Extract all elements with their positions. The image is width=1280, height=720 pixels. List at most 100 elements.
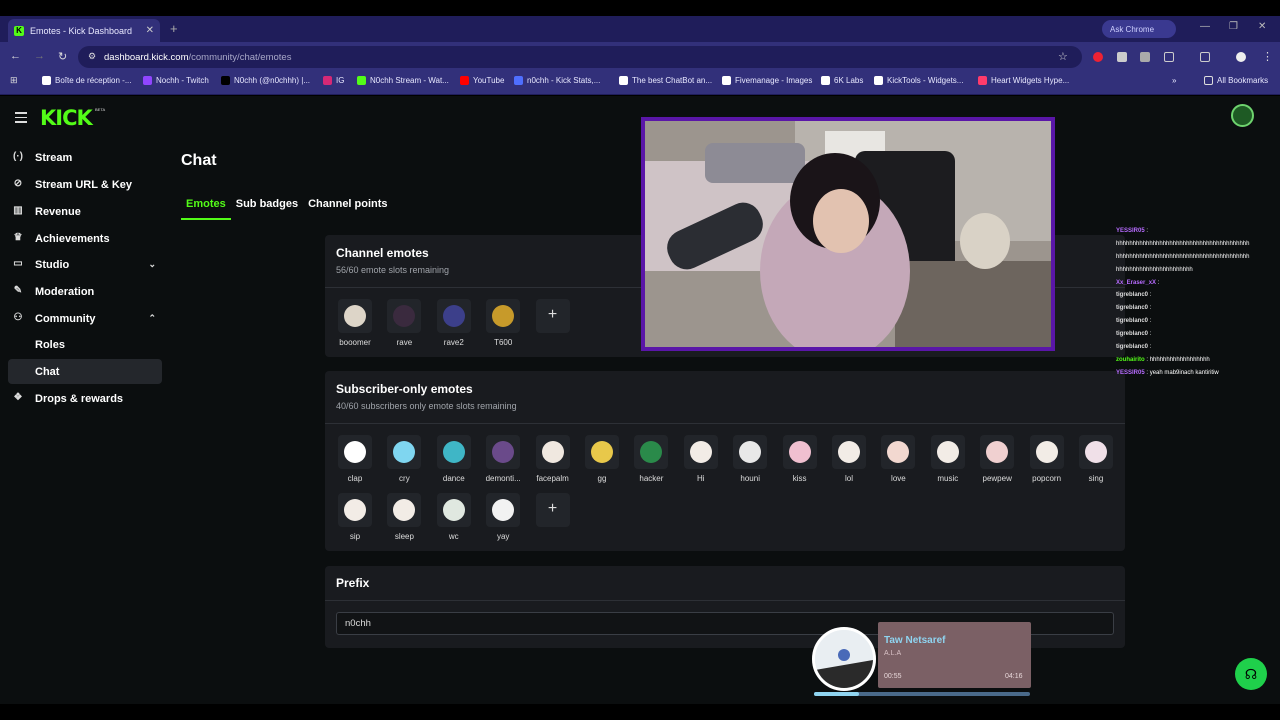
tab-emotes[interactable]: Emotes	[181, 196, 231, 220]
ask-chrome-button[interactable]: Ask Chrome	[1102, 20, 1176, 38]
sidebar-item-chat[interactable]: Chat	[8, 359, 162, 384]
emote-item[interactable]: sing	[1076, 435, 1116, 483]
new-tab-button[interactable]: +	[170, 21, 178, 36]
bookmark-item[interactable]: 6K Labs	[821, 76, 863, 85]
chat-username: tigreblanc0	[1116, 318, 1149, 325]
emote-name: popcorn	[1032, 474, 1062, 483]
extension-icon[interactable]	[1093, 52, 1103, 62]
emote-item[interactable]: lol	[829, 435, 869, 483]
forward-icon[interactable]: →	[34, 50, 45, 62]
emote-item[interactable]: Hi	[681, 435, 721, 483]
close-window-icon[interactable]: ✕	[1258, 21, 1266, 32]
emote-item[interactable]: clap	[335, 435, 375, 483]
channel-emotes-title: Channel emotes	[336, 246, 429, 260]
emote-item[interactable]: houni	[730, 435, 770, 483]
url-input[interactable]: dashboard.kick.com/community/chat/emotes	[78, 46, 1082, 68]
emote-item[interactable]: pewpew	[977, 435, 1017, 483]
add-emote-button[interactable]: +	[535, 299, 570, 333]
bookmark-label: Fivemanage - Images	[735, 76, 813, 85]
emote-item[interactable]: sleep	[384, 493, 424, 541]
tab-close-icon[interactable]: ✕	[146, 25, 154, 36]
emote-item[interactable]: booomer	[335, 299, 375, 347]
site-info-icon[interactable]: ⚙	[88, 51, 96, 62]
user-avatar[interactable]	[1231, 104, 1254, 127]
bookmark-item[interactable]: N0chh Stream - Wat...	[357, 76, 449, 85]
bookmark-item[interactable]: Heart Widgets Hype...	[978, 76, 1069, 85]
sidebar-item-stream-url-key[interactable]: ⊘ Stream URL & Key	[8, 172, 162, 197]
browser-tab[interactable]: K Emotes - Kick Dashboard ✕	[8, 19, 160, 42]
emote-item[interactable]: rave	[384, 299, 424, 347]
emote-item[interactable]: popcorn	[1027, 435, 1067, 483]
emote-item[interactable]: cry	[384, 435, 424, 483]
extension-icon[interactable]	[1117, 52, 1127, 62]
bookmark-label: N0chh Stream - Wat...	[370, 76, 449, 85]
extension-icon[interactable]	[1140, 52, 1150, 62]
emote-face-icon	[640, 441, 663, 463]
restore-icon[interactable]: ❐	[1229, 21, 1238, 32]
bookmark-favicon-icon	[514, 76, 523, 85]
wrench-icon: ✎	[13, 285, 23, 296]
emote-item[interactable]: dance	[434, 435, 474, 483]
bookmark-item[interactable]: Boîte de réception -...	[42, 76, 132, 85]
emote-face-icon	[1035, 441, 1058, 463]
chat-username: YESSIR05	[1116, 228, 1145, 234]
bookmark-favicon-icon	[874, 76, 883, 85]
emote-item[interactable]: love	[878, 435, 918, 483]
support-chat-button[interactable]: ☊	[1235, 658, 1267, 690]
chevron-up-icon[interactable]: ⌃	[148, 313, 156, 324]
sidebar-item-moderation[interactable]: ✎ Moderation	[8, 279, 162, 304]
emote-item[interactable]: yay	[483, 493, 523, 541]
chrome-menu-icon[interactable]: ⋮	[1262, 50, 1273, 63]
emote-image	[387, 299, 422, 333]
sidebar-item-stream[interactable]: (·) Stream	[8, 145, 162, 170]
emote-image	[387, 493, 422, 527]
emote-item[interactable]: T600	[483, 299, 523, 347]
bookmark-item[interactable]: Nochh - Twitch	[143, 76, 209, 85]
track-title: Taw Netsaref	[884, 635, 946, 646]
kick-logo[interactable]: KICK	[40, 106, 93, 130]
emote-item[interactable]: hacker	[631, 435, 671, 483]
sidebar-item-achievements[interactable]: ♛ Achievements	[8, 226, 162, 251]
emote-image	[683, 435, 718, 469]
sidepanel-icon[interactable]	[1200, 52, 1210, 62]
bookmark-item[interactable]: IG	[323, 76, 344, 85]
sidebar-item-roles[interactable]: Roles	[8, 332, 162, 357]
all-bookmarks[interactable]: All Bookmarks	[1204, 76, 1268, 85]
emote-item[interactable]: facepalm	[533, 435, 573, 483]
beta-badge: BETA	[95, 107, 106, 112]
bookmark-label: n0chh - Kick Stats,...	[527, 76, 601, 85]
bookmark-item[interactable]: The best ChatBot an...	[619, 76, 712, 85]
menu-hamburger-icon[interactable]	[15, 112, 27, 126]
emote-item[interactable]: rave2	[434, 299, 474, 347]
bookmark-item[interactable]: N0chh (@n0chhh) |...	[221, 76, 310, 85]
extensions-puzzle-icon[interactable]	[1164, 52, 1174, 62]
sidebar-item-community[interactable]: ⚇ Community ⌃	[8, 306, 162, 331]
emote-item[interactable]: kiss	[780, 435, 820, 483]
tab-channel-points[interactable]: Channel points	[303, 196, 392, 220]
bookmark-item[interactable]: KickTools - Widgets...	[874, 76, 963, 85]
back-icon[interactable]: ←	[10, 50, 21, 62]
profile-avatar-icon[interactable]	[1236, 52, 1246, 62]
sidebar-item-revenue[interactable]: ▥ Revenue	[8, 199, 162, 224]
sidebar-item-studio[interactable]: ▭ Studio ⌄	[8, 252, 162, 277]
bookmark-item[interactable]: Fivemanage - Images	[722, 76, 812, 85]
bookmark-star-icon[interactable]: ☆	[1058, 50, 1068, 63]
emote-item[interactable]: gg	[582, 435, 622, 483]
emote-image	[1079, 435, 1113, 469]
emote-item[interactable]: music	[928, 435, 968, 483]
reload-icon[interactable]: ↻	[58, 50, 67, 63]
sidebar-item-drops-rewards[interactable]: ❖ Drops & rewards	[8, 386, 162, 411]
emote-item[interactable]: sip	[335, 493, 375, 541]
chevron-down-icon[interactable]: ⌄	[148, 259, 156, 270]
minimize-icon[interactable]: —	[1200, 21, 1210, 32]
emote-item[interactable]: wc	[434, 493, 474, 541]
tab-sub-badges[interactable]: Sub badges	[231, 196, 303, 220]
emote-item[interactable]: demonti...	[483, 435, 523, 483]
bookmarks-overflow-icon[interactable]: »	[1172, 76, 1176, 85]
bookmark-item[interactable]: YouTube	[460, 76, 504, 85]
apps-icon[interactable]: ⊞	[10, 75, 18, 86]
chat-text: hhhhhhhhhhhhhhhhhhhhhhhhhhhhhhhhhhhhhhhh	[1116, 240, 1250, 247]
chat-text: hhhhhhhhhhhhhhhhhhhhhhhhhhhhhhhhhhhhhhhh	[1116, 253, 1250, 260]
add-emote-button[interactable]: +	[535, 493, 570, 527]
bookmark-item[interactable]: n0chh - Kick Stats,...	[514, 76, 600, 85]
